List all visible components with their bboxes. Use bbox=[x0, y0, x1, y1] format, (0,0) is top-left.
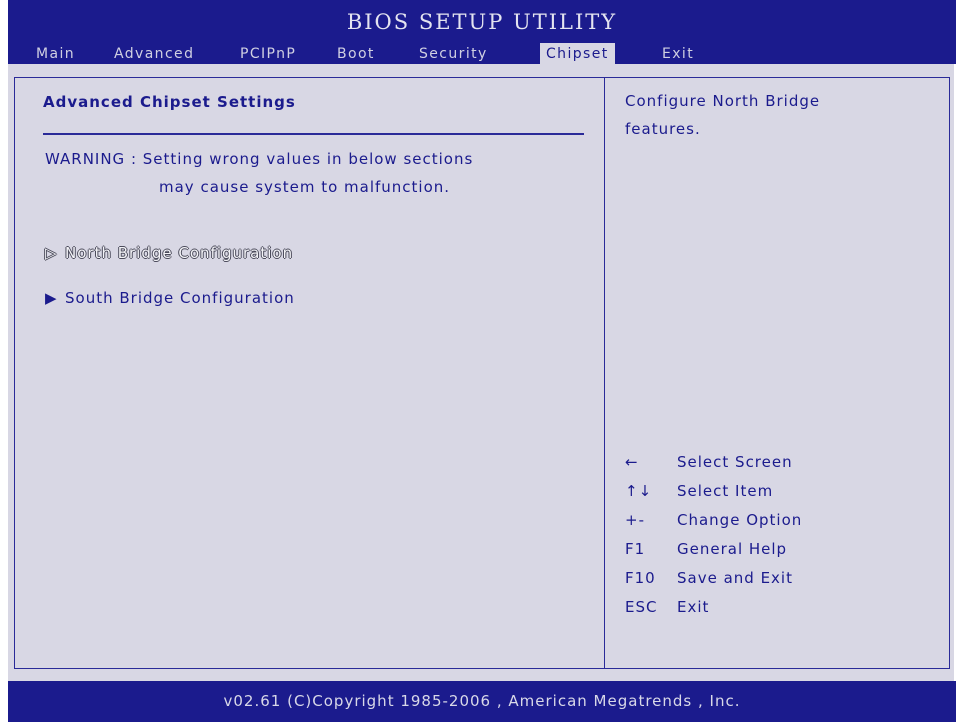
tab-boot[interactable]: Boot bbox=[331, 43, 381, 65]
key-label: +- bbox=[625, 511, 645, 529]
tab-advanced[interactable]: Advanced bbox=[108, 43, 200, 65]
hollow-arrow-icon: ▷ bbox=[45, 244, 58, 262]
key-hint-general-help: F1 General Help bbox=[625, 540, 787, 558]
key-action: Select Screen bbox=[677, 453, 793, 471]
help-text-line-1: Configure North Bridge bbox=[625, 92, 821, 110]
tab-pcipnp[interactable]: PCIPnP bbox=[234, 43, 302, 65]
key-hint-select-screen: ← Select Screen bbox=[625, 453, 793, 471]
content-area: Advanced Chipset Settings WARNING : Sett… bbox=[8, 64, 954, 681]
key-label: ESC bbox=[625, 598, 658, 616]
menu-item-label: North Bridge Configuration bbox=[65, 244, 294, 262]
key-action: Exit bbox=[677, 598, 710, 616]
tab-chipset[interactable]: Chipset bbox=[540, 43, 615, 65]
section-divider bbox=[43, 133, 584, 135]
key-hint-change-option: +- Change Option bbox=[625, 511, 802, 529]
key-hint-select-item: ↑↓ Select Item bbox=[625, 482, 773, 500]
section-title: Advanced Chipset Settings bbox=[43, 93, 296, 111]
settings-panel: Advanced Chipset Settings WARNING : Sett… bbox=[14, 77, 604, 669]
left-arrow-icon: ← bbox=[625, 453, 639, 471]
key-action: Select Item bbox=[677, 482, 774, 500]
tab-security[interactable]: Security bbox=[413, 43, 494, 65]
tab-exit[interactable]: Exit bbox=[656, 43, 700, 65]
key-hint-exit: ESC Exit bbox=[625, 598, 709, 616]
key-action: General Help bbox=[677, 540, 788, 558]
help-panel: Configure North Bridge features. ← Select… bbox=[604, 77, 950, 669]
bios-screen: BIOS SETUP UTILITY Main Advanced PCIPnP … bbox=[0, 0, 956, 722]
utility-title: BIOS SETUP UTILITY bbox=[346, 10, 618, 34]
up-down-arrow-icon: ↑↓ bbox=[625, 482, 653, 500]
copyright-footer: v02.61 (C)Copyright 1985-2006 , American… bbox=[8, 681, 956, 722]
tab-main[interactable]: Main bbox=[30, 43, 81, 65]
menu-item-label: South Bridge Configuration bbox=[65, 289, 295, 307]
warning-line-1: WARNING : Setting wrong values in below … bbox=[45, 150, 474, 168]
warning-line-2: may cause system to malfunction. bbox=[159, 178, 451, 196]
top-bar: BIOS SETUP UTILITY Main Advanced PCIPnP … bbox=[8, 0, 956, 65]
menu-item-north-bridge[interactable]: ▷ North Bridge Configuration bbox=[45, 244, 293, 262]
key-action: Save and Exit bbox=[677, 569, 793, 587]
key-action: Change Option bbox=[677, 511, 803, 529]
solid-arrow-icon: ▶ bbox=[45, 289, 58, 307]
menu-item-south-bridge[interactable]: ▶ South Bridge Configuration bbox=[45, 289, 295, 307]
key-label: F10 bbox=[625, 569, 656, 587]
key-hint-save-exit: F10 Save and Exit bbox=[625, 569, 793, 587]
key-label: F1 bbox=[625, 540, 646, 558]
help-text-line-2: features. bbox=[625, 120, 701, 138]
